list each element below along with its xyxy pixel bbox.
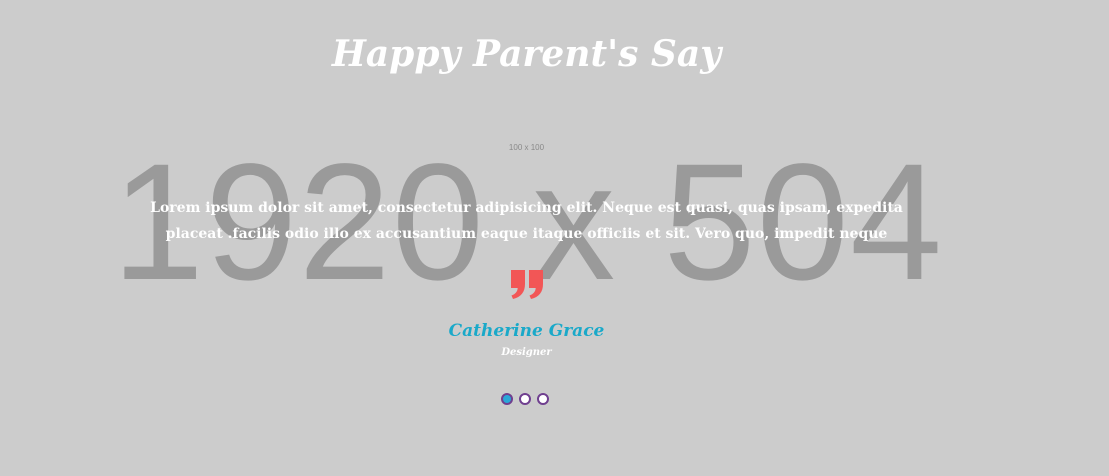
testimonial-author-role: Designer xyxy=(501,347,552,358)
avatar-placeholder: 100 x 100 xyxy=(508,143,545,152)
carousel-dot-1[interactable] xyxy=(501,393,513,405)
testimonials-section: 1920 x 504 Happy Parent's Say 100 x 100 … xyxy=(0,0,1109,476)
quote-icon xyxy=(511,270,543,299)
section-title: Happy Parent's Say xyxy=(331,33,722,75)
testimonial-author-name: Catherine Grace xyxy=(448,321,605,341)
testimonial-quote: Lorem ipsum dolor sit amet, consectetur … xyxy=(150,200,903,242)
carousel-pagination xyxy=(501,393,549,405)
carousel-dot-2[interactable] xyxy=(519,393,531,405)
carousel-dot-3[interactable] xyxy=(537,393,549,405)
